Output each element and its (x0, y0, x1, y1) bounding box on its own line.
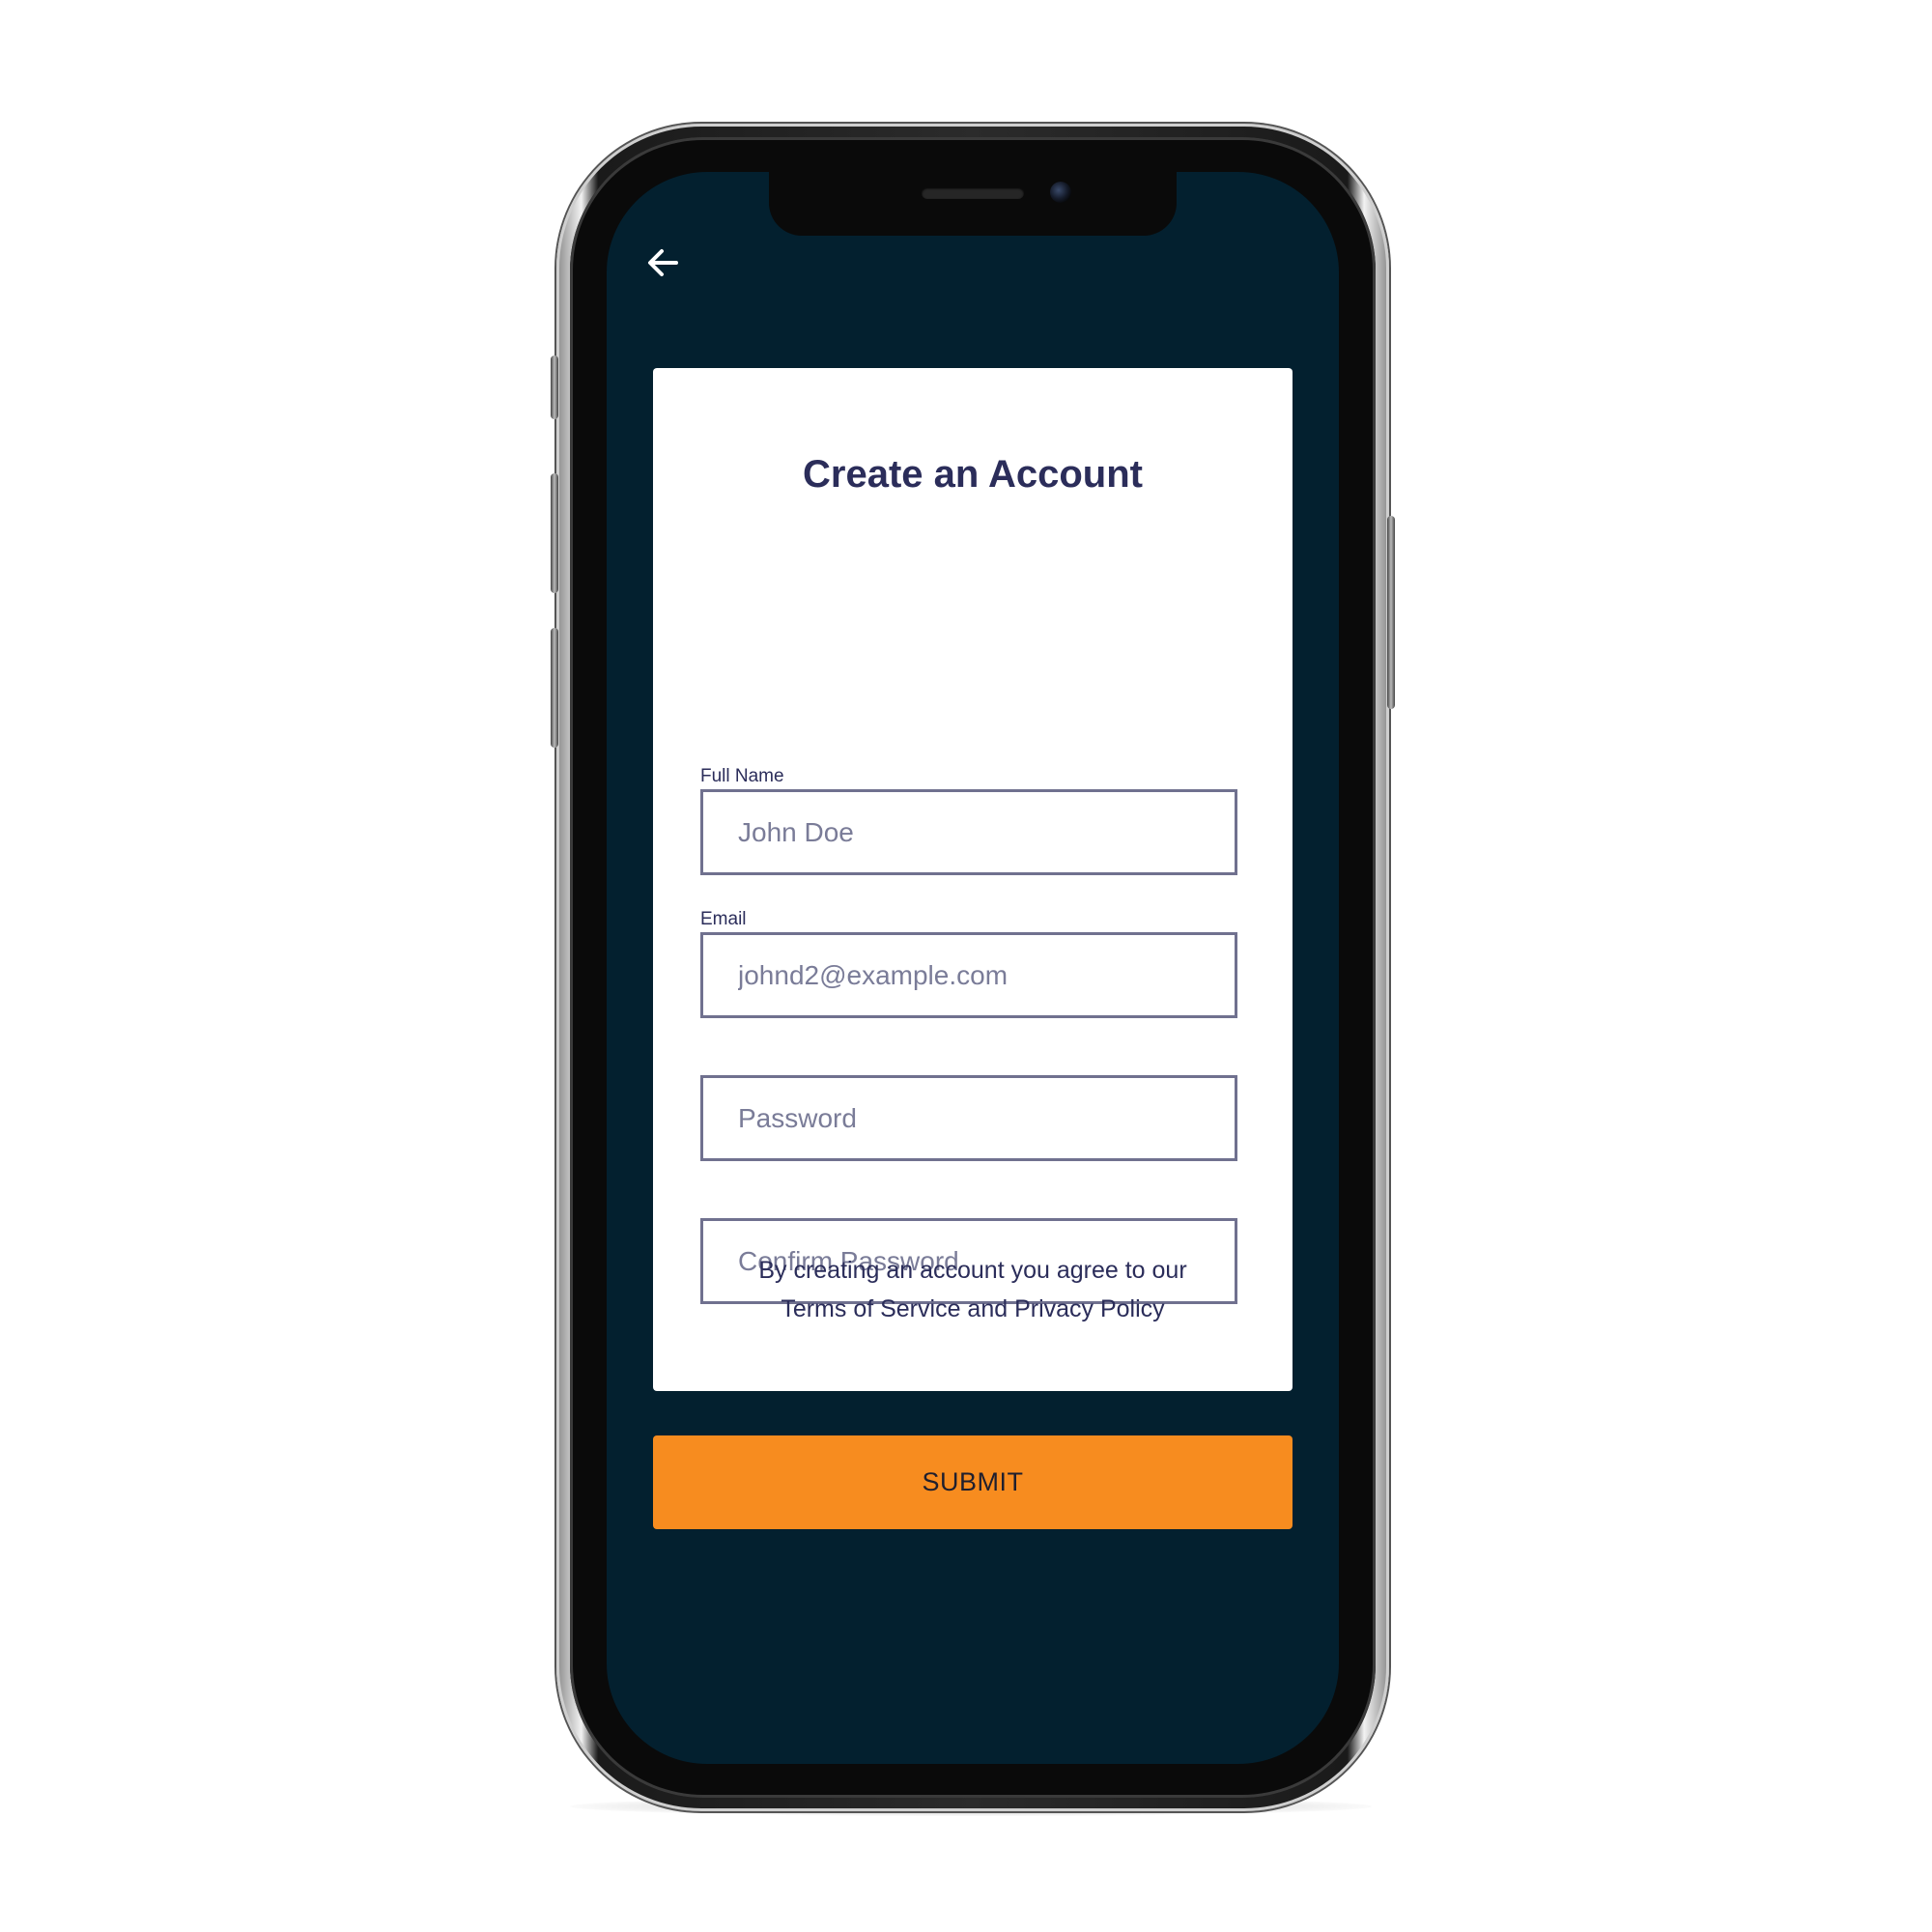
silent-switch (551, 355, 558, 419)
arrow-left-icon (648, 249, 678, 276)
device-stage: Create an Account Full Name Email By cre… (0, 0, 1932, 1932)
power-button (1387, 516, 1395, 709)
signup-card: Create an Account Full Name Email By cre… (653, 368, 1293, 1391)
terms-notice: By creating an account you agree to our … (653, 1251, 1293, 1328)
back-button[interactable] (632, 232, 694, 294)
email-label: Email (700, 909, 747, 929)
volume-down-button (551, 628, 558, 748)
submit-button[interactable]: SUBMIT (653, 1435, 1293, 1529)
volume-up-button (551, 473, 558, 593)
notch (769, 172, 1177, 236)
terms-line-1: By creating an account you agree to our (758, 1257, 1187, 1284)
front-camera (1050, 182, 1071, 203)
page-title: Create an Account (803, 453, 1143, 496)
password-input[interactable] (700, 1075, 1237, 1161)
phone-screen: Create an Account Full Name Email By cre… (607, 172, 1339, 1764)
email-input[interactable] (700, 932, 1237, 1018)
terms-link[interactable]: Terms of Service and Privacy Policy (653, 1290, 1293, 1328)
earpiece-speaker (922, 187, 1024, 199)
full-name-input[interactable] (700, 789, 1237, 875)
full-name-label: Full Name (700, 766, 784, 786)
